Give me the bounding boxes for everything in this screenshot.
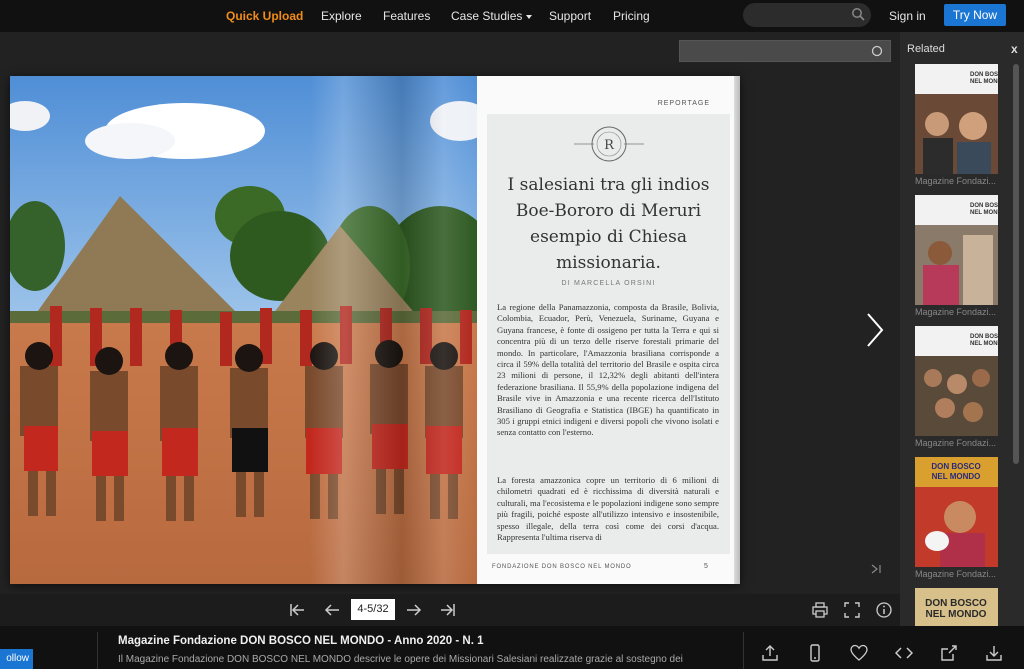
related-item[interactable]: DON BOSCO NEL MONDO Magazine Fondazi...	[915, 326, 998, 448]
thumb-masthead: DON BOSCO	[925, 598, 987, 609]
article-page: REPORTAGE R I salesiani tra gli indios B…	[477, 76, 740, 584]
related-item[interactable]: DON BOSCO NEL MONDO Magazine Fondazi...	[915, 195, 998, 317]
next-page-icon[interactable]	[405, 601, 423, 619]
article-byline: DI MARCELLA ORSINI	[561, 280, 656, 287]
page-indicator[interactable]: 4-5/32	[351, 599, 395, 620]
document-search-input[interactable]	[679, 40, 891, 62]
related-title: Related	[907, 43, 945, 55]
magazine-spread[interactable]: REPORTAGE R I salesiani tra gli indios B…	[10, 76, 740, 584]
last-page-icon[interactable]	[869, 562, 883, 576]
print-icon[interactable]	[811, 601, 829, 619]
download-upload-icon[interactable]	[761, 644, 779, 662]
next-page-arrow-icon[interactable]	[864, 312, 886, 348]
page-footer-publication: FONDAZIONE DON BOSCO NEL MONDO	[492, 564, 632, 570]
last-page-icon[interactable]	[439, 601, 457, 619]
article-paragraph: La foresta amazzonica copre un territori…	[497, 475, 719, 543]
article-paragraph: La regione della Panamazzonia, composta …	[497, 302, 719, 438]
page-gutter-shadow	[310, 76, 477, 584]
thumb-masthead: DON BOSCO	[931, 462, 980, 471]
thumbnail-image: DON BOSCO NEL MONDO	[915, 64, 998, 174]
related-caption: Magazine Fondazi...	[915, 438, 997, 448]
thumb-masthead: DON BOSCO	[970, 334, 998, 340]
thumb-masthead: NEL MONDO	[932, 472, 981, 481]
heart-icon[interactable]	[850, 644, 868, 662]
nav-quick-upload[interactable]: Quick Upload	[226, 9, 303, 23]
headline-line: I salesiani tra gli indios	[507, 175, 710, 195]
thumb-masthead: DON BOSCO	[970, 72, 998, 78]
headline-line: Boe-Bororo di Meruri	[515, 201, 702, 221]
reportage-logo-icon: R	[574, 126, 644, 162]
search-icon[interactable]	[870, 44, 884, 58]
thumbnail-image: DON BOSCO NEL MONDO	[915, 195, 998, 305]
nav-features[interactable]: Features	[383, 9, 430, 23]
page-edge	[734, 76, 740, 584]
close-icon[interactable]: x	[1011, 42, 1018, 56]
chevron-down-icon	[526, 14, 533, 19]
related-thumbnail: DON BOSCO NEL MONDO	[915, 457, 998, 567]
related-thumbnail: DON BOSCO NEL MONDO	[915, 195, 998, 305]
search-icon[interactable]	[851, 7, 865, 21]
article-headline: I salesiani tra gli indios Boe-Bororo di…	[495, 172, 722, 276]
related-caption: Magazine Fondazi...	[915, 176, 997, 186]
related-thumbnail: DON BOSCO NEL MONDO	[915, 64, 998, 174]
thumbnail-image: DON BOSCO NEL MONDO	[915, 457, 998, 567]
first-page-icon[interactable]	[288, 601, 306, 619]
related-caption: Magazine Fondazi...	[915, 307, 997, 317]
logo-letter: R	[604, 138, 615, 153]
thumb-masthead: NEL MONDO	[970, 341, 998, 347]
previous-page-icon[interactable]	[323, 601, 341, 619]
sidebar-scrollbar[interactable]	[1013, 64, 1019, 464]
download-icon[interactable]	[985, 644, 1003, 662]
try-now-button[interactable]: Try Now	[944, 4, 1006, 26]
thumb-masthead: NEL MONDO	[926, 609, 987, 620]
embed-code-icon[interactable]	[895, 644, 913, 662]
document-title: Magazine Fondazione DON BOSCO NEL MONDO …	[118, 635, 484, 647]
thumbnail-image: DON BOSCO NEL MONDO	[915, 326, 998, 436]
page-number: 5	[704, 563, 708, 570]
headline-line: missionaria.	[556, 253, 661, 273]
section-label: REPORTAGE	[657, 100, 710, 107]
follow-button[interactable]: ollow	[0, 649, 33, 669]
related-item[interactable]: DON BOSCO NEL MONDO Magazine Fondazi...	[915, 64, 998, 186]
fullscreen-icon[interactable]	[843, 601, 861, 619]
divider	[97, 632, 98, 669]
nav-pricing[interactable]: Pricing	[613, 9, 650, 23]
case-studies-label: Case Studies	[451, 9, 523, 23]
thumbnail-image: DON BOSCO NEL MONDO	[915, 588, 998, 626]
nav-explore[interactable]: Explore	[321, 9, 362, 23]
related-item[interactable]: DON BOSCO NEL MONDO	[915, 588, 998, 626]
thumb-masthead: DON BOSCO	[970, 203, 998, 209]
sign-in-link[interactable]: Sign in	[889, 9, 926, 23]
share-icon[interactable]	[940, 644, 958, 662]
info-icon[interactable]	[875, 601, 893, 619]
thumb-masthead: NEL MONDO	[970, 79, 998, 85]
document-description: Il Magazine Fondazione DON BOSCO NEL MON…	[118, 654, 683, 665]
related-thumbnail: DON BOSCO NEL MONDO	[915, 588, 998, 626]
divider	[743, 632, 744, 669]
thumb-masthead: NEL MONDO	[970, 210, 998, 216]
related-item[interactable]: DON BOSCO NEL MONDO Magazine Fondazi...	[915, 457, 998, 579]
mobile-icon[interactable]	[806, 644, 824, 662]
related-thumbnail: DON BOSCO NEL MONDO	[915, 326, 998, 436]
nav-support[interactable]: Support	[549, 9, 591, 23]
article-textbox: R I salesiani tra gli indios Boe-Bororo …	[487, 114, 730, 554]
nav-case-studies[interactable]: Case Studies	[451, 9, 533, 23]
headline-line: esempio di Chiesa	[530, 227, 687, 247]
related-caption: Magazine Fondazi...	[915, 569, 997, 579]
